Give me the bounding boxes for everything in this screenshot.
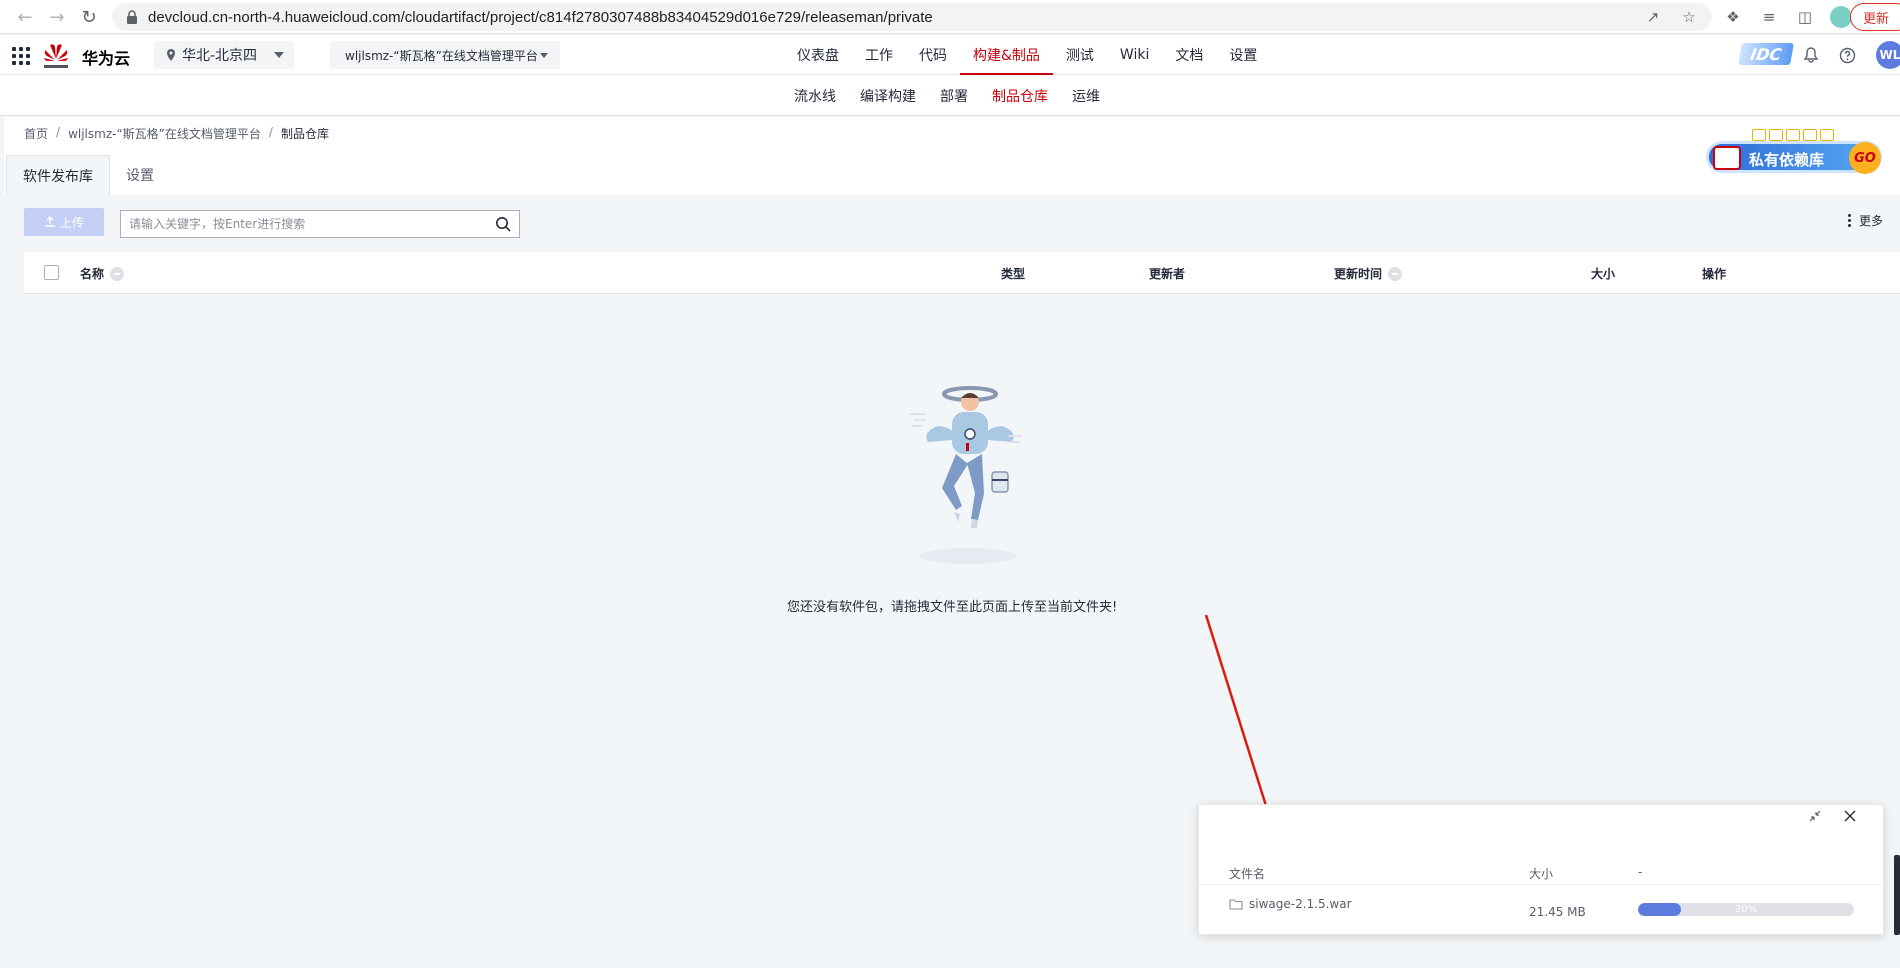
nav-test[interactable]: 测试 [1053, 35, 1107, 75]
subnav-ops[interactable]: 运维 [1060, 76, 1112, 116]
package-box-icon [1713, 146, 1741, 170]
upload-file-name: siwage-2.1.5.war [1249, 897, 1352, 911]
empty-state-message: 您还没有软件包，请拖拽文件至此页面上传至当前文件夹! [787, 600, 1118, 615]
app-header: 华为云 华北-北京四 wljlsmz-“斯瓦格”在线文档管理平台 仪表盘 工作 … [0, 35, 1900, 75]
nav-docs[interactable]: 文档 [1162, 35, 1216, 75]
search-input[interactable] [121, 211, 481, 237]
select-all-checkbox[interactable] [44, 265, 59, 280]
promo-text: 私有依赖库 [1749, 151, 1825, 169]
sub-nav: 流水线 编译构建 部署 制品仓库 运维 [0, 76, 1900, 116]
chevron-down-icon [540, 53, 548, 58]
upload-progress-text: 20% [1734, 904, 1758, 915]
upload-file-row: siwage-2.1.5.war 21.45 MB 20% [1199, 887, 1885, 927]
column-header-type: 类型 [1001, 267, 1026, 281]
sort-icon[interactable] [1388, 266, 1403, 281]
folder-icon [1229, 899, 1243, 910]
extensions-puzzle-icon[interactable]: ❖ [1722, 6, 1744, 28]
sort-icon[interactable] [110, 266, 125, 281]
user-avatar[interactable]: WL [1876, 41, 1900, 69]
browser-update-button[interactable]: 更新 [1850, 3, 1900, 31]
huawei-logo-icon[interactable] [42, 41, 70, 71]
promo-go-button[interactable]: GO [1849, 142, 1881, 174]
browser-toolbar: ← → ↻ devcloud.cn-north-4.huaweicloud.co… [0, 0, 1900, 34]
subnav-build[interactable]: 编译构建 [848, 76, 928, 116]
idc-badge[interactable]: IDC [1738, 43, 1794, 65]
repo-tabs: 软件发布库 设置 [6, 155, 170, 195]
empty-state-illustration [910, 386, 1022, 564]
breadcrumb: 首页 / wljlsmz-“斯瓦格”在线文档管理平台 / 制品仓库 [24, 125, 329, 142]
column-header-actions: 操作 [1702, 267, 1727, 281]
nav-dashboard[interactable]: 仪表盘 [784, 35, 852, 75]
help-icon[interactable] [1837, 45, 1857, 65]
upload-icon [44, 216, 55, 227]
more-label: 更多 [1859, 214, 1884, 228]
back-icon[interactable]: ← [10, 2, 40, 32]
upload-label: 上传 [59, 215, 84, 230]
upload-progress-bar: 20% [1638, 903, 1854, 916]
more-menu[interactable]: 更多 [1848, 212, 1883, 229]
upload-col-filename: 文件名 [1229, 867, 1266, 881]
column-header-name[interactable]: 名称 [80, 265, 104, 282]
bookmark-star-icon[interactable]: ☆ [1680, 8, 1698, 26]
column-header-updated-time[interactable]: 更新时间 [1334, 265, 1382, 282]
tab-settings[interactable]: 设置 [110, 155, 170, 195]
region-label: 华北-北京四 [182, 48, 258, 64]
breadcrumb-project[interactable]: wljlsmz-“斯瓦格”在线文档管理平台 [68, 125, 261, 142]
subnav-deploy[interactable]: 部署 [928, 76, 980, 116]
side-panel-icon[interactable]: ◫ [1794, 6, 1816, 28]
upload-col-extra: - [1638, 865, 1643, 879]
app-grid-icon[interactable] [12, 47, 30, 65]
search-box [120, 210, 520, 238]
reload-icon[interactable]: ↻ [74, 2, 104, 32]
breadcrumb-separator: / [56, 125, 61, 139]
upload-progress-panel: 文件名 大小 - siwage-2.1.5.war 21.45 MB 20% [1198, 804, 1885, 935]
project-selector[interactable]: wljlsmz-“斯瓦格”在线文档管理平台 [330, 41, 560, 69]
breadcrumb-home[interactable]: 首页 [24, 125, 48, 142]
upload-list-header: 文件名 大小 - [1199, 855, 1885, 885]
nav-wiki[interactable]: Wiki [1107, 35, 1162, 75]
chevron-down-icon [274, 52, 284, 58]
column-header-updater: 更新者 [1149, 267, 1186, 281]
lock-icon [127, 10, 137, 24]
profile-icon[interactable] [1830, 6, 1852, 28]
column-header-size: 大小 [1591, 267, 1616, 281]
breadcrumb-separator: / [268, 125, 273, 139]
subnav-pipeline[interactable]: 流水线 [782, 76, 848, 116]
main-nav: 仪表盘 工作 代码 构建&制品 测试 Wiki 文档 设置 [784, 35, 1270, 75]
table-header: 名称 类型 更新者 更新时间 大小 操作 [24, 252, 1900, 294]
promo-decoration [1752, 129, 1834, 141]
url-text: devcloud.cn-north-4.huaweicloud.com/clou… [148, 8, 933, 26]
brand-name[interactable]: 华为云 [82, 45, 130, 69]
search-icon[interactable] [495, 216, 511, 232]
project-label: wljlsmz-“斯瓦格”在线文档管理平台 [345, 48, 538, 63]
page-header: 首页 / wljlsmz-“斯瓦格”在线文档管理平台 / 制品仓库 软件发布库 … [4, 117, 1900, 195]
tab-release-repo[interactable]: 软件发布库 [6, 155, 110, 195]
bell-icon[interactable] [1801, 45, 1821, 65]
close-icon[interactable] [1839, 805, 1861, 827]
region-selector[interactable]: 华北-北京四 [154, 41, 294, 69]
upload-file-size: 21.45 MB [1529, 905, 1586, 919]
address-bar[interactable]: devcloud.cn-north-4.huaweicloud.com/clou… [112, 3, 1712, 31]
share-icon[interactable]: ↗ [1644, 8, 1662, 26]
upload-col-size: 大小 [1529, 867, 1554, 881]
subnav-artifact-repo[interactable]: 制品仓库 [980, 76, 1060, 116]
nav-build-artifacts[interactable]: 构建&制品 [960, 35, 1053, 75]
upload-button[interactable]: 上传 [24, 208, 104, 236]
more-vertical-icon [1848, 214, 1851, 227]
breadcrumb-current: 制品仓库 [280, 127, 329, 141]
nav-settings[interactable]: 设置 [1216, 35, 1270, 75]
reading-list-icon[interactable]: ≡ [1758, 6, 1780, 28]
minimize-icon[interactable] [1804, 805, 1826, 827]
nav-work[interactable]: 工作 [852, 35, 906, 75]
private-repo-promo-banner[interactable]: 私有依赖库 GO [1702, 129, 1888, 177]
nav-code[interactable]: 代码 [906, 35, 960, 75]
forward-icon[interactable]: → [42, 2, 72, 32]
location-pin-icon [167, 49, 175, 61]
scrollbar[interactable] [1894, 855, 1900, 935]
